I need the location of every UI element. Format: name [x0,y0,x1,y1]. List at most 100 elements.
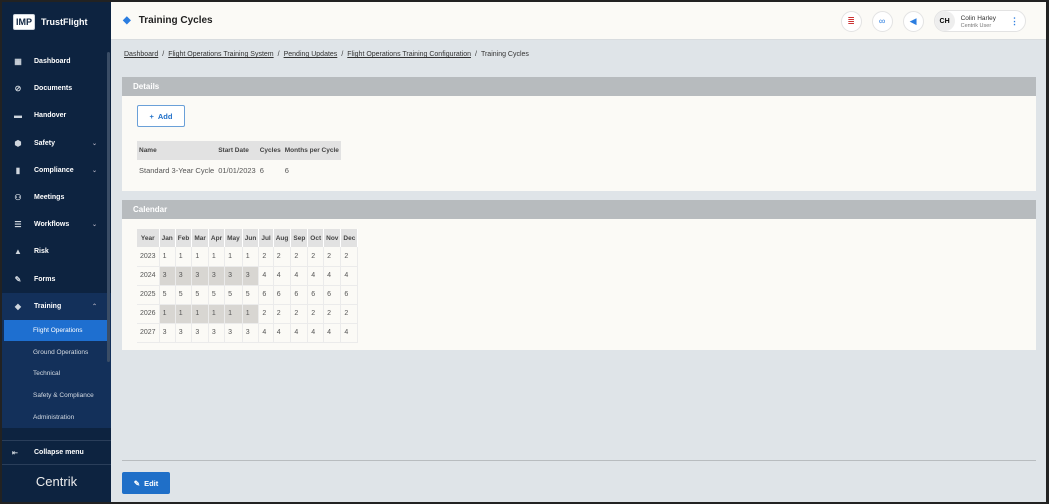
avatar: CH [934,11,955,31]
chevron-up-icon: ⌃ [91,303,97,310]
top-header: ◆ Training Cycles ≣ ∞ ◀ CH Colin Harley … [111,2,1046,40]
megaphone-icon[interactable]: ◀ [902,10,924,32]
calendar-cell: 2 [273,247,292,267]
calendar-cell: 4 [340,323,359,343]
calendar-column-header: Sep [290,229,309,247]
sidebar-subitem[interactable]: Ground Operations [2,341,111,363]
sidebar-item-label: Compliance [34,166,74,174]
calendar-cell: 6 [323,285,342,305]
collapse-menu-button[interactable]: ⇤ Collapse menu [2,440,111,465]
breadcrumb-link[interactable]: Pending Updates [284,51,338,58]
sidebar-item-meetings[interactable]: ⚇ Meetings [2,184,111,211]
add-button[interactable]: + Add [137,105,185,127]
calendar-cell: 3 [242,323,260,343]
calendar-row: 2025 5 5 5 5 5 5 6 6 6 6 6 6 [137,285,359,305]
user-role: Centrik User [960,22,992,29]
column-header[interactable]: Cycles [257,141,283,160]
calendar-cell: 2 [307,304,325,324]
calendar-cell: 1 [242,304,260,324]
stack-icon[interactable]: ≣ [840,10,862,32]
column-header[interactable]: Start Date [216,141,258,160]
calendar-year: 2026 [137,304,160,324]
sidebar-item-label: Documents [34,85,73,93]
breadcrumb-link[interactable]: Flight Operations Training System [168,51,273,58]
breadcrumb-separator: / [341,51,344,58]
sidebar-item-training[interactable]: ◆ Training ⌃ [2,292,111,320]
logo[interactable]: IMP TrustFlight [2,2,111,42]
calendar-panel: Calendar Year Jan Feb Mar Apr May Jun Jul Aug Sep… [122,200,1036,350]
sidebar-subitem[interactable]: Safety & Compliance [2,385,111,407]
calendar-cell: 3 [242,266,260,286]
calendar-cell: 1 [175,247,193,267]
edit-button[interactable]: ✎ Edit [122,472,170,494]
calendar-column-header: Nov [323,229,342,247]
calendar-year: 2027 [137,323,160,343]
sidebar-item-workflows[interactable]: ☰ Workflows ⌄ [2,211,111,238]
link-icon[interactable]: ∞ [871,10,893,32]
sidebar-item-safety[interactable]: ⬢ Safety ⌄ [2,130,111,157]
calendar-cell: 2 [307,247,325,267]
calendar-column-header: Oct [307,229,325,247]
calendar-cell: 2 [290,247,309,267]
details-panel: Details + Add Name Start Date Cycles Months … [122,77,1036,191]
add-label: Add [157,111,173,121]
breadcrumb-link[interactable]: Flight Operations Training Configuration [347,51,471,58]
table-header-row: Name Start Date Cycles Months per Cycle [137,141,341,160]
dashboard-icon: ▦ [14,57,22,67]
sidebar-item-forms[interactable]: ✎ Forms [2,266,111,293]
sidebar-subitem[interactable]: Technical [2,363,111,385]
column-header[interactable]: Name [137,141,217,160]
sidebar-item-handover[interactable]: ▬ Handover [2,102,111,129]
table-cell: Standard 3-Year Cycle [139,166,215,175]
calendar-header: Calendar [122,200,1036,219]
sidebar-nav: ▦ Dashboard ⊘ Documents ▬ Handover ⬢ Safety ⌄ ▮ Co… [2,48,111,428]
app-name: TrustFlight [41,17,88,27]
handover-icon: ▬ [14,111,22,121]
calendar-cell: 4 [258,323,274,343]
table-row[interactable]: Standard 3-Year Cycle 01/01/2023 6 6 [137,160,341,181]
calendar-column-header: Jul [258,229,274,247]
sidebar-subitem[interactable]: Flight Operations [4,319,108,342]
forms-icon: ✎ [14,274,22,284]
table-cell: 6 [284,166,289,175]
calendar-row: 2024 3 3 3 3 3 3 4 4 4 4 4 4 [137,266,359,286]
sidebar-item-label: Forms [34,275,56,283]
calendar-year: 2025 [137,285,160,305]
calendar-cell: 3 [224,323,243,343]
calendar-cell: 5 [242,285,260,305]
calendar-cell: 6 [340,285,359,305]
training-submenu: Flight Operations Ground Operations Techni… [2,319,111,428]
user-name: Colin Harley [960,14,996,22]
calendar-cell: 4 [323,323,342,343]
calendar-cell: 6 [273,285,292,305]
table-cell: 01/01/2023 [218,166,256,175]
column-header[interactable]: Months per Cycle [282,141,341,160]
calendar-cell: 4 [340,266,359,286]
breadcrumb-separator: / [475,51,477,58]
calendar-column-header: Dec [340,229,359,247]
calendar-cell: 2 [323,247,342,267]
workflows-icon: ☰ [14,220,22,230]
calendar-cell: 2 [290,304,309,324]
sidebar-item-risk[interactable]: ▲ Risk [2,238,111,265]
sidebar-item-compliance[interactable]: ▮ Compliance ⌄ [2,157,111,184]
graduation-cap-icon: ◆ [14,301,22,311]
user-menu[interactable]: CH Colin Harley Centrik User ⋮ [933,10,1026,32]
breadcrumb-link[interactable]: Dashboard [124,51,158,58]
calendar-cell: 3 [159,323,176,343]
calendar-row: 2027 3 3 3 3 3 3 4 4 4 4 4 4 [137,323,359,343]
sidebar-item-dashboard[interactable]: ▦ Dashboard [2,48,111,75]
more-options-icon[interactable]: ⋮ [1010,16,1019,27]
sidebar-scrollbar[interactable] [107,52,110,362]
risk-icon: ▲ [14,247,22,257]
paperclip-icon: ⊘ [14,84,22,94]
calendar-cell: 3 [175,323,193,343]
page-title: Training Cycles [138,15,213,26]
centrik-logo: Centrik [35,474,78,489]
sidebar-item-documents[interactable]: ⊘ Documents [2,75,111,102]
details-header: Details [122,77,1036,96]
chevron-down-icon: ⌄ [91,167,97,174]
sidebar-subitem[interactable]: Administration [2,406,111,428]
edit-label: Edit [144,478,159,488]
calendar-year: 2024 [137,266,160,286]
